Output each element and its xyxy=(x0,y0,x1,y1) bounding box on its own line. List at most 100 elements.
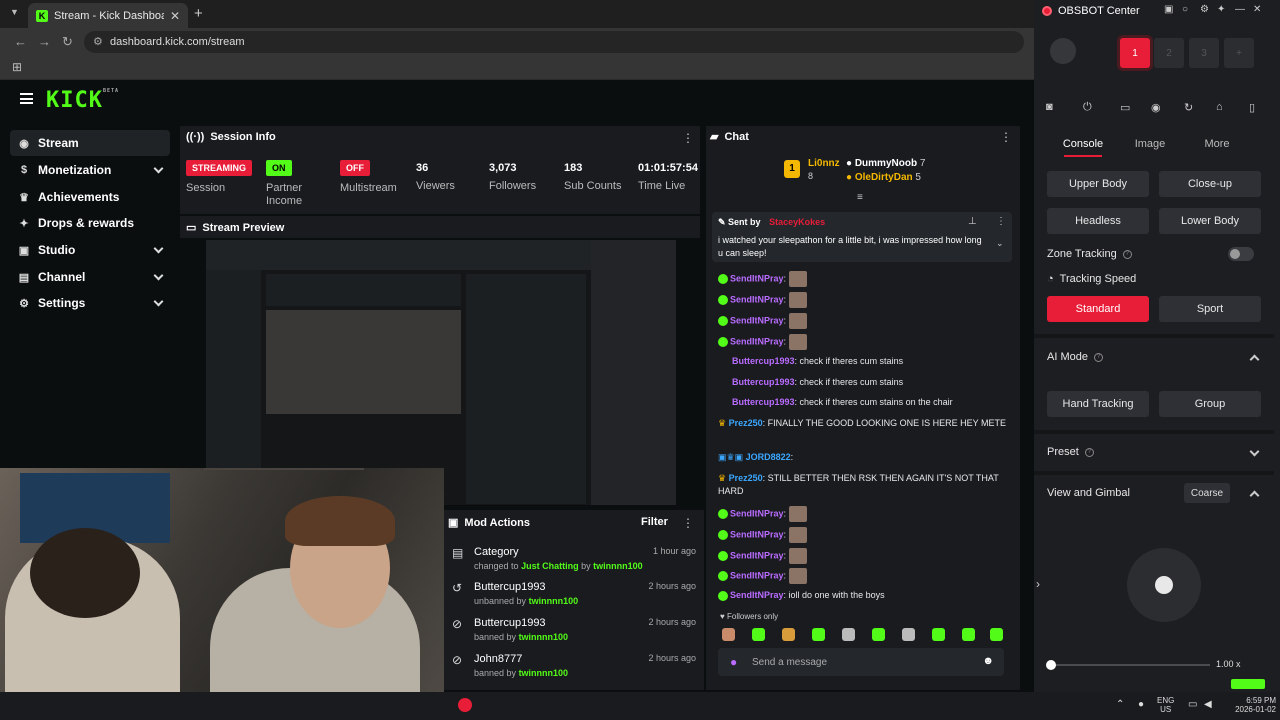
power-icon[interactable]: ⏻ xyxy=(1083,101,1092,114)
device-slot-3[interactable]: 3 xyxy=(1189,38,1219,68)
chat-username[interactable]: SendItNPray xyxy=(730,315,784,325)
emote-button[interactable] xyxy=(932,628,945,641)
menu-icon[interactable] xyxy=(20,93,33,104)
emote-button[interactable] xyxy=(752,628,765,641)
sidebar-toggle-icon[interactable]: ▯ xyxy=(1249,101,1255,114)
close-tab-icon[interactable]: ✕ xyxy=(170,9,180,23)
help-icon[interactable]: ? xyxy=(1093,352,1103,362)
tab-list-chevron-icon[interactable]: ▼ xyxy=(10,7,19,17)
network-icon[interactable]: ▭ xyxy=(1188,700,1197,710)
emote-button[interactable] xyxy=(812,628,825,641)
chat-username[interactable]: Prez250 xyxy=(729,418,763,428)
sleep-icon[interactable]: ⌂ xyxy=(1216,101,1223,113)
chat-username[interactable]: Buttercup1993 xyxy=(732,356,795,366)
emote-button[interactable] xyxy=(902,628,915,641)
obsbot-taskbar-icon[interactable] xyxy=(458,698,472,712)
group-button[interactable]: Group xyxy=(1159,391,1261,417)
chat-username[interactable]: SendItNPray xyxy=(730,590,784,600)
zone-tracking-toggle[interactable] xyxy=(1228,247,1254,261)
chat-username[interactable]: Prez250 xyxy=(729,473,763,483)
record-icon[interactable]: ○ xyxy=(1182,4,1188,15)
more-options-icon[interactable]: ⋮ xyxy=(1000,130,1012,144)
chat-username[interactable]: SendItNPray xyxy=(730,570,784,580)
tab-console[interactable]: Console xyxy=(1050,138,1116,157)
settings-icon[interactable]: ⚙ xyxy=(1200,4,1209,15)
window-mode-icon[interactable]: ▣ xyxy=(1164,4,1173,15)
add-device-button[interactable]: + xyxy=(1224,38,1254,68)
chat-username[interactable]: SendItNPray xyxy=(730,294,784,304)
sidebar-item-monetization[interactable]: $ Monetization xyxy=(10,157,170,183)
forward-icon[interactable]: → xyxy=(38,34,51,49)
back-icon[interactable]: ← xyxy=(14,34,27,49)
sidebar-item-studio[interactable]: ▣ Studio xyxy=(10,237,170,263)
chevron-down-icon[interactable]: ⌄ xyxy=(996,238,1004,249)
gimbal-joystick[interactable] xyxy=(1127,548,1201,622)
chat-username[interactable]: SendItNPray xyxy=(730,273,784,283)
close-icon[interactable]: ✕ xyxy=(1253,4,1261,15)
microphone-icon[interactable]: ● xyxy=(1138,700,1144,710)
language-indicator[interactable]: ENG US xyxy=(1157,696,1174,714)
more-options-icon[interactable]: ⋮ xyxy=(682,131,694,145)
close-up-button[interactable]: Close-up xyxy=(1159,171,1261,197)
chevron-up-icon[interactable] xyxy=(1249,354,1260,365)
sidebar-item-stream[interactable]: ◉ Stream xyxy=(10,130,170,156)
help-icon[interactable]: ? xyxy=(1084,447,1094,457)
new-tab-icon[interactable]: + xyxy=(194,5,203,22)
minimize-icon[interactable]: — xyxy=(1235,4,1245,15)
chat-username[interactable]: SendItNPray xyxy=(730,336,784,346)
chat-username[interactable]: Buttercup1993 xyxy=(732,377,795,387)
headless-button[interactable]: Headless xyxy=(1047,208,1149,234)
unpin-icon[interactable]: ⊥ xyxy=(968,216,977,227)
clock[interactable]: 6:59 PM 2026-01-02 xyxy=(1218,696,1276,714)
kick-logo[interactable]: KICKBETA xyxy=(46,88,119,113)
apps-grid-icon[interactable]: ⊞ xyxy=(12,60,22,74)
chat-username[interactable]: SendItNPray xyxy=(730,550,784,560)
chat-username[interactable]: Buttercup1993 xyxy=(732,397,795,407)
collapse-leaderboard-icon[interactable]: ≡ xyxy=(857,192,863,203)
emote-button[interactable] xyxy=(842,628,855,641)
device-slot-1[interactable]: 1 xyxy=(1120,38,1150,68)
avatar[interactable] xyxy=(1050,38,1076,64)
record-video-icon[interactable]: ▭ xyxy=(1120,101,1130,114)
hand-tracking-button[interactable]: Hand Tracking xyxy=(1047,391,1149,417)
sidebar-item-settings[interactable]: ⚙ Settings xyxy=(10,290,170,316)
pin-icon[interactable]: ✦ xyxy=(1217,4,1225,15)
emoji-icon[interactable]: ☻ xyxy=(982,655,994,667)
more-options-icon[interactable]: ⋮ xyxy=(996,216,1006,227)
microphone-icon[interactable]: ● xyxy=(730,655,737,669)
zoom-slider-handle[interactable] xyxy=(1046,660,1056,670)
filter-button[interactable]: Filter xyxy=(641,516,668,528)
device-slot-2[interactable]: 2 xyxy=(1154,38,1184,68)
volume-icon[interactable]: ◀ xyxy=(1204,700,1212,710)
emote-button[interactable] xyxy=(962,628,975,641)
snapshot-icon[interactable]: ◙ xyxy=(1046,101,1053,113)
sidebar-item-achievements[interactable]: ♛ Achievements xyxy=(10,184,170,210)
reload-icon[interactable]: ↻ xyxy=(62,34,73,50)
stream-preview-video[interactable] xyxy=(206,240,676,505)
reset-icon[interactable]: ↻ xyxy=(1184,101,1193,114)
emote-button[interactable] xyxy=(872,628,885,641)
chevron-up-icon[interactable] xyxy=(1249,490,1260,501)
zoom-slider[interactable] xyxy=(1050,664,1210,666)
sidebar-item-channel[interactable]: ▤ Channel xyxy=(10,264,170,290)
chat-username[interactable]: JORD8822 xyxy=(746,452,791,462)
tray-overflow-icon[interactable]: ⌃ xyxy=(1116,700,1124,710)
site-info-icon[interactable]: ⚙ xyxy=(93,35,103,48)
coarse-mode-button[interactable]: Coarse xyxy=(1184,483,1230,503)
tab-image[interactable]: Image xyxy=(1117,138,1183,150)
browser-tab[interactable]: K Stream - Kick Dashboard ✕ xyxy=(28,3,188,28)
expand-left-icon[interactable]: › xyxy=(1036,577,1040,591)
chat-message-input[interactable]: ● Send a message ☻ xyxy=(718,648,1004,676)
lower-body-button[interactable]: Lower Body xyxy=(1159,208,1261,234)
more-options-icon[interactable]: ⋮ xyxy=(682,516,694,530)
chat-username[interactable]: SendItNPray xyxy=(730,508,784,518)
upper-body-button[interactable]: Upper Body xyxy=(1047,171,1149,197)
standard-speed-button[interactable]: Standard xyxy=(1047,296,1149,322)
chat-username[interactable]: SendItNPray xyxy=(730,529,784,539)
tab-more[interactable]: More xyxy=(1184,138,1250,150)
emote-button[interactable] xyxy=(782,628,795,641)
sidebar-item-drops[interactable]: ✦ Drops & rewards xyxy=(10,210,170,236)
help-icon[interactable]: ? xyxy=(1122,249,1132,259)
url-field[interactable]: ⚙ dashboard.kick.com/stream xyxy=(84,31,1024,53)
chevron-down-icon[interactable] xyxy=(1249,446,1260,457)
